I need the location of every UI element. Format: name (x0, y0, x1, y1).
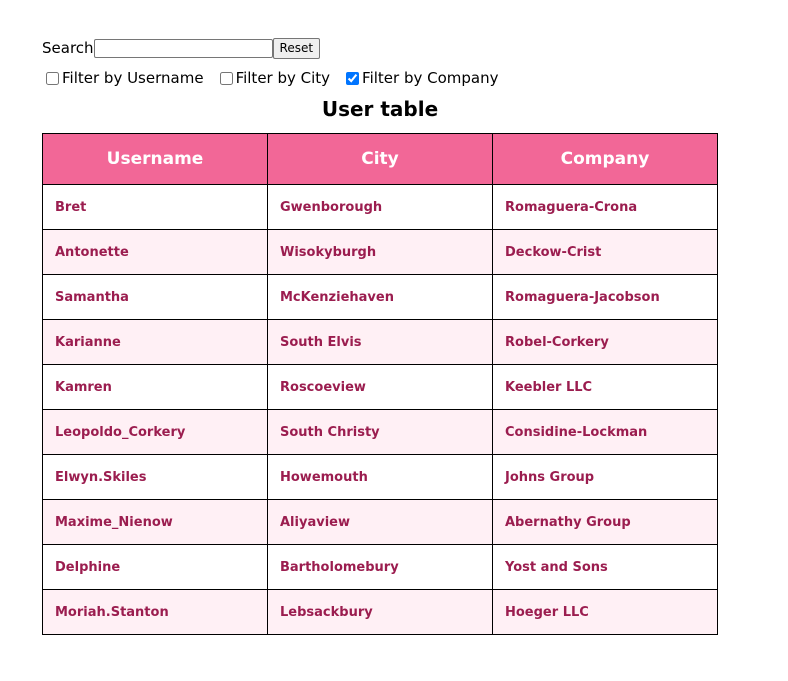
table-row[interactable]: Antonette Wisokyburgh Deckow-Crist (42, 229, 718, 275)
filter-company-label: Filter by Company (362, 69, 499, 87)
table-row[interactable]: Samantha McKenziehaven Romaguera-Jacobson (42, 274, 718, 320)
search-row: Search Reset (42, 37, 321, 59)
cell-city: Howemouth (267, 454, 493, 500)
filter-city-label: Filter by City (235, 69, 331, 87)
filter-company-checkbox[interactable] (346, 71, 360, 85)
table-header-row: Username City Company (42, 133, 718, 185)
cell-username: Antonette (42, 229, 268, 275)
cell-username: Delphine (42, 544, 268, 590)
user-table: Username City Company Bret Gwenborough Rom… (42, 133, 718, 635)
cell-company: Romaguera-Jacobson (492, 274, 718, 320)
filter-username[interactable]: Filter by Username (44, 69, 204, 87)
filters-row: Filter by Username Filter by City Filter… (44, 67, 513, 89)
cell-company: Abernathy Group (492, 499, 718, 545)
table-row[interactable]: Karianne South Elvis Robel-Corkery (42, 319, 718, 365)
table-row[interactable]: Leopoldo_Corkery South Christy Considine-L… (42, 409, 718, 455)
cell-username: Moriah.Stanton (42, 589, 268, 635)
cell-company: Hoeger LLC (492, 589, 718, 635)
table-row[interactable]: Elwyn.Skiles Howemouth Johns Group (42, 454, 718, 500)
cell-username: Kamren (42, 364, 268, 410)
filter-city-checkbox[interactable] (219, 71, 233, 85)
cell-city: Lebsackbury (267, 589, 493, 635)
cell-username: Samantha (42, 274, 268, 320)
cell-city: Wisokyburgh (267, 229, 493, 275)
cell-city: McKenziehaven (267, 274, 493, 320)
cell-company: Romaguera-Crona (492, 184, 718, 230)
column-header-company[interactable]: Company (492, 133, 718, 185)
cell-city: Gwenborough (267, 184, 493, 230)
cell-city: South Christy (267, 409, 493, 455)
cell-username: Elwyn.Skiles (42, 454, 268, 500)
table-row[interactable]: Kamren Roscoeview Keebler LLC (42, 364, 718, 410)
cell-city: Aliyaview (267, 499, 493, 545)
cell-company: Keebler LLC (492, 364, 718, 410)
cell-company: Robel-Corkery (492, 319, 718, 365)
table-row[interactable]: Maxime_Nienow Aliyaview Abernathy Group (42, 499, 718, 545)
filter-city[interactable]: Filter by City (218, 69, 330, 87)
column-header-username[interactable]: Username (42, 133, 268, 185)
cell-city: Roscoeview (267, 364, 493, 410)
table-row[interactable]: Bret Gwenborough Romaguera-Crona (42, 184, 718, 230)
reset-button[interactable]: Reset (272, 37, 321, 59)
filter-username-checkbox[interactable] (46, 71, 59, 85)
table-row[interactable]: Moriah.Stanton Lebsackbury Hoeger LLC (42, 589, 718, 635)
page: Search Reset Filter by Username Filter b… (0, 0, 788, 681)
filter-company[interactable]: Filter by Company (344, 69, 499, 87)
table-body: Bret Gwenborough Romaguera-Crona Antonette W… (42, 184, 718, 635)
cell-username: Leopoldo_Corkery (42, 409, 268, 455)
cell-company: Deckow-Crist (492, 229, 718, 275)
filter-username-label: Filter by Username (62, 69, 204, 87)
search-label: Search (42, 39, 94, 57)
cell-username: Maxime_Nienow (42, 499, 268, 545)
cell-city: South Elvis (267, 319, 493, 365)
cell-company: Considine-Lockman (492, 409, 718, 455)
cell-company: Yost and Sons (492, 544, 718, 590)
cell-username: Bret (42, 184, 268, 230)
table-title: User table (321, 97, 439, 121)
cell-city: Bartholomebury (267, 544, 493, 590)
column-header-city[interactable]: City (267, 133, 493, 185)
table-row[interactable]: Delphine Bartholomebury Yost and Sons (42, 544, 718, 590)
cell-username: Karianne (42, 319, 268, 365)
search-input[interactable] (93, 38, 273, 58)
cell-company: Johns Group (492, 454, 718, 500)
